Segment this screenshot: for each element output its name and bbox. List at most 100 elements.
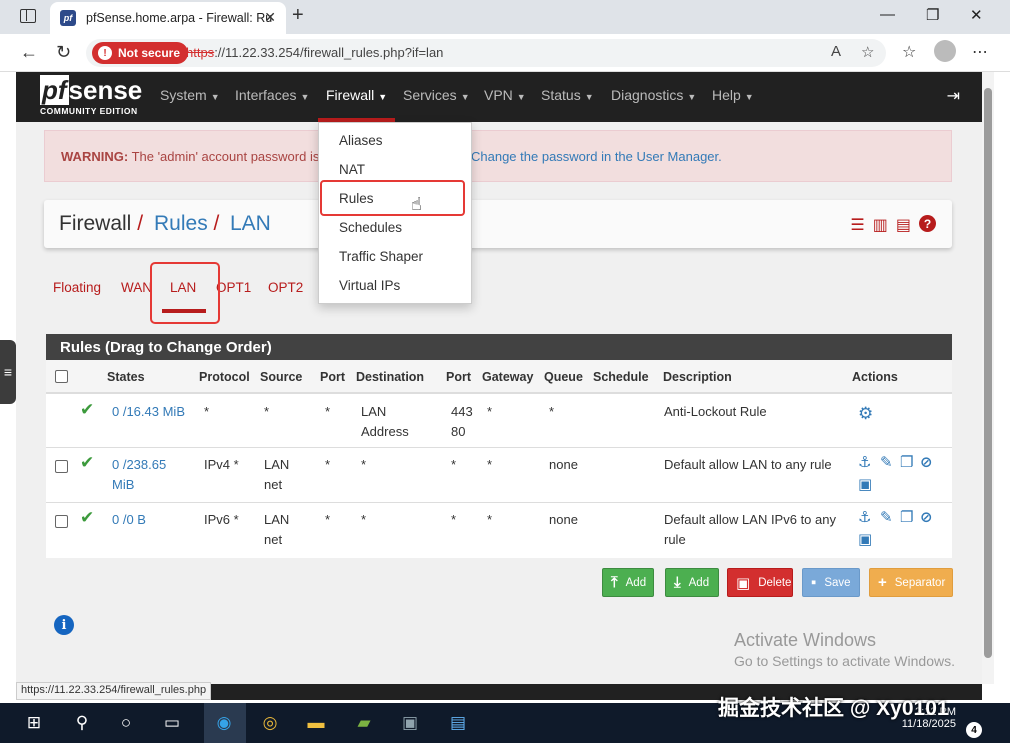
windows-start-icon[interactable]: ⊞ [22,711,46,735]
gear-icon[interactable]: ⚙ [858,404,873,424]
terminal-app-icon[interactable]: ▰ [352,711,376,735]
nav-firewall[interactable]: Firewall ▼ [318,72,396,122]
pfsense-logo[interactable]: pfsense COMMUNITY EDITION [40,75,142,116]
nav-label: Diagnostics [611,87,684,103]
separator-button[interactable]: + Separator [869,568,953,597]
breadcrumb-rules[interactable]: Rules / [154,212,219,236]
back-icon[interactable]: ← [20,42,38,63]
side-panel-handle-icon[interactable]: ≡ [0,340,16,404]
cell-destination-line2: Address [361,424,409,439]
cell-destination: * [361,457,367,472]
states-link[interactable]: 0 /0 B [112,510,146,530]
edit-pencil-icon[interactable]: ✎ [880,453,893,471]
cell-port: * [325,512,331,527]
row-checkbox[interactable] [55,460,68,473]
table-row[interactable]: ✔ 0 /0 B IPv6 * LAN net * * * * none Def… [46,504,952,558]
hand-cursor-icon: ☝ [411,194,422,214]
disable-icon[interactable]: ⊘ [920,453,933,471]
sliders-icon[interactable]: ☰ [850,215,864,235]
states-link-line2[interactable]: MiB [112,475,134,495]
notification-badge[interactable]: 4 [966,722,982,738]
add-bottom-button[interactable]: ⤓ Add [665,568,719,597]
trash-icon[interactable]: ▣ [858,530,872,548]
breadcrumb-lan[interactable]: LAN [230,212,271,236]
table-row[interactable]: ✔ 0 /238.65 MiB IPv4 * LAN net * * * * n… [46,449,952,503]
browser-tab[interactable]: pf pfSense.home.arpa - Firewall: Ru ✕ [50,2,286,34]
new-tab-icon[interactable]: + [292,4,304,27]
nav-diagnostics[interactable]: Diagnostics ▼ [611,72,696,122]
file-explorer-icon[interactable]: ▬ [304,711,328,735]
add-top-button[interactable]: ⤒ Add [602,568,654,597]
nav-interfaces[interactable]: Interfaces ▼ [235,72,309,122]
favorites-icon[interactable]: ☆ [902,42,916,62]
cell-source: LAN [264,457,290,472]
url-text[interactable]: https://11.22.33.254/firewall_rules.php?… [186,45,443,60]
col-source: Source [260,370,303,384]
more-menu-icon[interactable]: ⋯ [972,42,988,62]
edit-pencil-icon[interactable]: ✎ [880,508,893,526]
cortana-icon[interactable]: ○ [114,711,138,735]
edge-browser-icon[interactable]: ◉ [212,711,236,735]
states-link[interactable]: 0 /16.43 MiB [112,402,185,422]
col-actions: Actions [852,370,898,384]
cell-source-line2: net [264,532,283,547]
help-question-icon[interactable]: ? [919,215,936,232]
nav-system[interactable]: System ▼ [160,72,220,122]
nav-services[interactable]: Services ▼ [403,72,470,122]
search-icon[interactable]: ⚲ [70,711,94,735]
profile-avatar[interactable] [934,40,956,62]
nav-status[interactable]: Status ▼ [541,72,594,122]
row-checkbox[interactable] [55,515,68,528]
tab-floating[interactable]: Floating [53,280,101,295]
network-app-icon[interactable]: ▣ [398,711,422,735]
scrollbar-thumb[interactable] [984,88,992,658]
tab-opt1[interactable]: OPT1 [216,280,251,295]
menu-item-virtual-ips[interactable]: Virtual IPs [319,271,473,300]
activate-windows-watermark: Activate Windows Go to Settings to activ… [734,630,955,669]
chrome-icon[interactable]: ◎ [258,711,282,735]
logout-icon[interactable]: ⇥ [947,86,960,106]
minimize-icon[interactable]: — [880,6,895,23]
disable-icon[interactable]: ⊘ [920,508,933,526]
reload-icon[interactable]: ↻ [56,42,71,63]
restore-icon[interactable]: ❐ [926,6,939,24]
nav-help[interactable]: Help ▼ [712,72,754,122]
tab-wan[interactable]: WAN [121,280,152,295]
log-list-icon[interactable]: ▤ [896,215,911,235]
tab-close-icon[interactable]: ✕ [264,9,276,26]
states-link[interactable]: 0 /238.65 [112,455,166,475]
tab-opt2[interactable]: OPT2 [268,280,303,295]
save-button[interactable]: ▪ Save [802,568,860,597]
trash-icon[interactable]: ▣ [858,475,872,493]
copy-icon[interactable]: ❐ [900,453,913,471]
anchor-icon[interactable]: ⚓ [858,453,871,471]
anchor-icon[interactable]: ⚓ [858,508,871,526]
warning-icon: ! [98,46,112,60]
save-label: Save [824,576,851,589]
menu-item-aliases[interactable]: Aliases [319,126,473,155]
tab-actions-icon[interactable] [20,9,36,23]
table-row[interactable]: ✔ 0 /16.43 MiB * * * LAN Address 443 80 … [46,396,952,448]
caret-down-icon: ▼ [744,92,754,102]
separator-label: Separator [894,576,946,589]
breadcrumb-separator: / [213,212,220,235]
info-icon[interactable]: i [54,615,74,635]
remote-desktop-icon[interactable]: ▤ [446,711,470,735]
delete-button[interactable]: ▣ Delete [727,568,793,597]
right-margin [994,72,1010,684]
copy-icon[interactable]: ❐ [900,508,913,526]
read-aloud-icon[interactable]: A [831,43,841,60]
bar-chart-icon[interactable]: ▥ [873,215,888,235]
cell-gateway: * [487,512,493,527]
panel-title: Rules (Drag to Change Order) [46,334,952,360]
nav-vpn[interactable]: VPN ▼ [484,72,526,122]
warning-link[interactable]: Change the password in the User Manager. [471,149,722,164]
url-box[interactable]: ! Not secure https://11.22.33.254/firewa… [86,39,886,67]
select-all-checkbox[interactable] [55,370,68,383]
task-view-icon[interactable]: ▭ [160,711,184,735]
favorite-star-icon[interactable]: ☆ [861,43,874,61]
close-window-icon[interactable]: ✕ [970,6,983,24]
menu-item-traffic-shaper[interactable]: Traffic Shaper [319,242,473,271]
menu-item-schedules[interactable]: Schedules [319,213,473,242]
not-secure-badge[interactable]: ! Not secure [92,42,189,64]
